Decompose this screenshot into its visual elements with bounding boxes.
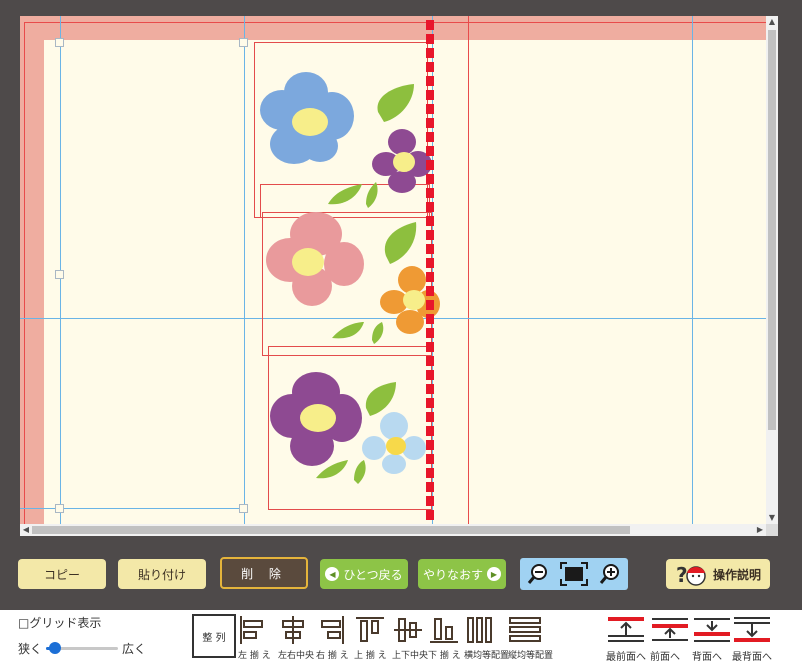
align-center-horizontal-icon xyxy=(282,616,304,644)
editor-frame: ▲ ▼ ◀ ▶ コピー 貼り付け 削 除 ◀ ひとつ戻る やりなおす ▶ ? 操… xyxy=(0,0,802,610)
vertical-scrollbar[interactable]: ▲ ▼ xyxy=(766,16,778,524)
send-backward-icon xyxy=(694,618,730,642)
guide-line-horizontal xyxy=(20,508,240,509)
cut-line-indicator xyxy=(426,20,434,526)
zoom-in-icon[interactable] xyxy=(598,562,622,586)
layer-tool-bring-forward[interactable]: 前面へ xyxy=(650,614,692,663)
undo-label: ひとつ戻る xyxy=(343,567,403,582)
scroll-right-icon[interactable]: ▶ xyxy=(754,524,766,536)
distribute-horizontal-icon xyxy=(467,617,492,643)
selection-handle[interactable] xyxy=(55,270,64,279)
flower-sticker-blue[interactable] xyxy=(254,66,434,208)
grid-toggle[interactable]: □グリッド表示 xyxy=(18,614,101,631)
align-top-icon xyxy=(356,617,384,642)
fit-screen-icon[interactable] xyxy=(560,562,588,586)
zoom-controls xyxy=(520,558,628,590)
layer-tool-label: 最背面へ xyxy=(732,652,772,663)
align-tool-align-bottom[interactable]: 下 揃 え xyxy=(428,614,468,662)
grid-spacing-slider[interactable] xyxy=(46,641,118,655)
horizontal-scroll-thumb[interactable] xyxy=(32,526,630,534)
help-label: 操作説明 xyxy=(712,567,761,582)
trim-line-top xyxy=(24,22,766,23)
trim-line-left xyxy=(24,22,25,524)
align-tool-align-top[interactable]: 上 揃 え xyxy=(354,614,394,662)
copy-button[interactable]: コピー xyxy=(18,559,106,589)
align-tool-label: 上 揃 え xyxy=(354,651,387,661)
align-bottom-icon xyxy=(430,618,458,643)
align-tool-label: 縦均等配置 xyxy=(508,651,554,661)
delete-button[interactable]: 削 除 xyxy=(220,557,308,589)
align-tool-label: 横均等配置 xyxy=(464,651,510,661)
selection-handle[interactable] xyxy=(239,504,248,513)
align-center-vertical-icon xyxy=(394,618,422,642)
scroll-up-icon[interactable]: ▲ xyxy=(766,16,778,28)
scroll-corner xyxy=(766,524,778,536)
layer-tool-label: 最前面へ xyxy=(606,652,646,663)
selection-handle[interactable] xyxy=(55,38,64,47)
distribute-vertical-icon xyxy=(509,617,541,642)
guide-line-vertical xyxy=(692,16,693,524)
layer-tool-send-to-back[interactable]: 最背面へ xyxy=(732,614,774,663)
align-tool-label: 右 揃 え xyxy=(316,651,349,661)
align-tool-label: 左 揃 え xyxy=(238,651,271,661)
align-tool-label: 左右中央 xyxy=(278,651,315,661)
redo-label: やりなおす xyxy=(422,567,483,582)
redo-button[interactable]: やりなおす ▶ xyxy=(418,559,506,589)
grid-wide-label: 広く xyxy=(122,642,147,656)
bleed-area-top xyxy=(20,16,766,40)
svg-text:?: ? xyxy=(676,563,688,587)
vertical-scroll-thumb[interactable] xyxy=(768,30,776,430)
align-tool-distribute-vertical[interactable]: 縦均等配置 xyxy=(508,614,553,662)
send-to-back-icon xyxy=(734,617,770,642)
horizontal-scrollbar[interactable]: ◀ ▶ xyxy=(20,524,766,536)
align-right-icon xyxy=(321,616,344,644)
grid-narrow-label: 狭く xyxy=(18,642,43,656)
layer-tool-bring-to-front[interactable]: 最前面へ xyxy=(606,614,648,663)
bring-forward-icon xyxy=(652,618,688,641)
slider-knob[interactable] xyxy=(49,642,61,654)
layer-tool-label: 前面へ xyxy=(650,652,680,663)
scroll-left-icon[interactable]: ◀ xyxy=(20,524,32,536)
align-left-icon xyxy=(240,616,263,644)
align-tool-align-right[interactable]: 右 揃 え xyxy=(316,614,356,662)
flower-sticker-purple[interactable] xyxy=(268,368,438,498)
selection-handle[interactable] xyxy=(55,504,64,513)
design-canvas[interactable]: ▲ ▼ ◀ ▶ xyxy=(20,16,778,536)
paste-button[interactable]: 貼り付け xyxy=(118,559,206,589)
align-tool-align-center-vertical[interactable]: 上下中央 xyxy=(392,614,432,662)
bring-to-front-icon xyxy=(608,617,644,642)
align-tool-align-left[interactable]: 左 揃 え xyxy=(238,614,278,662)
layer-tool-label: 背面へ xyxy=(692,652,722,663)
help-character-icon: ? xyxy=(676,563,706,587)
align-tool-align-center-horizontal[interactable]: 左右中央 xyxy=(278,614,318,662)
align-tool-label: 上下中央 xyxy=(392,651,429,661)
selection-handle[interactable] xyxy=(239,38,248,47)
guide-line-vertical xyxy=(244,16,245,524)
redo-arrow-icon: ▶ xyxy=(487,567,501,581)
fold-line xyxy=(468,16,469,524)
help-button[interactable]: ? 操作説明 xyxy=(666,559,770,589)
undo-arrow-icon: ◀ xyxy=(325,567,340,581)
zoom-out-icon[interactable] xyxy=(526,562,550,586)
align-tool-distribute-horizontal[interactable]: 横均等配置 xyxy=(464,614,509,662)
align-button[interactable]: 整 列 xyxy=(192,614,236,658)
undo-button[interactable]: ◀ ひとつ戻る xyxy=(320,559,408,589)
layer-tool-send-backward[interactable]: 背面へ xyxy=(692,614,734,663)
flower-sticker-pink[interactable] xyxy=(258,206,440,344)
align-tool-label: 下 揃 え xyxy=(428,651,461,661)
scroll-down-icon[interactable]: ▼ xyxy=(766,512,778,524)
